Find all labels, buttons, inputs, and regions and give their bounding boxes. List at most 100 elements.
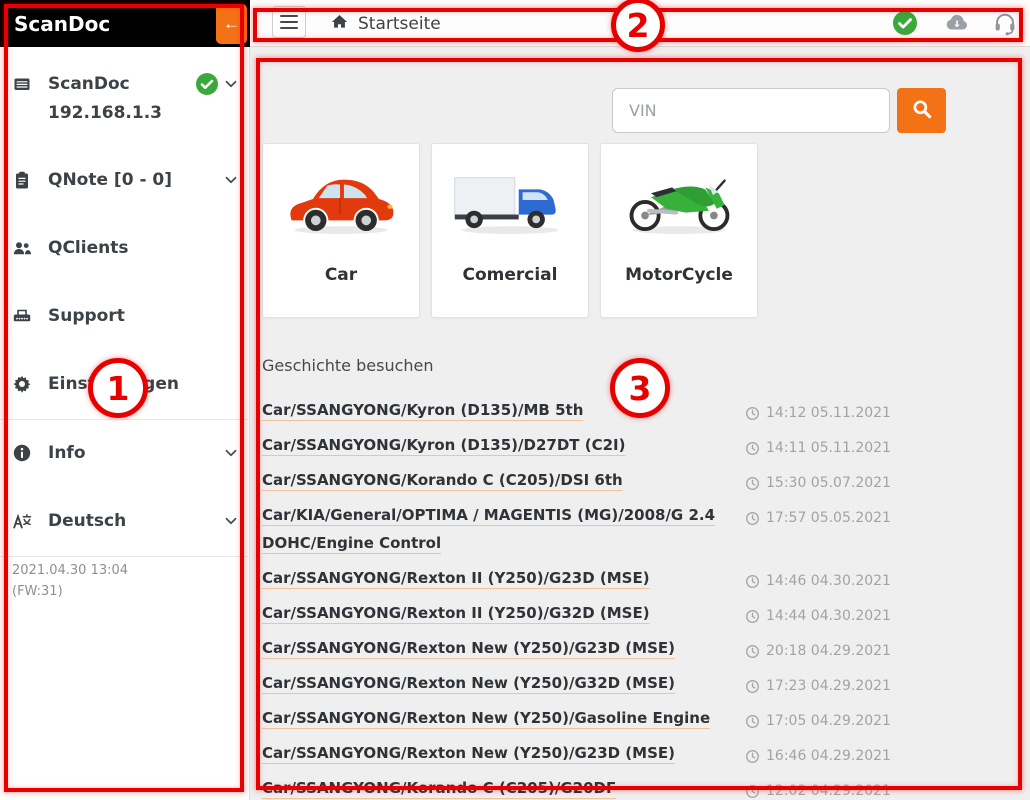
- clock-icon: [745, 441, 760, 456]
- history-row: Car/SSANGYONG/Kyron (D135)/D27DT (C2I) 1…: [262, 431, 902, 459]
- back-arrow-icon: ←: [223, 14, 240, 34]
- clock-icon: [745, 749, 760, 764]
- history-row: Car/SSANGYONG/Rexton New (Y250)/G23D (MS…: [262, 739, 902, 767]
- history-timestamp: 16:46 04.29.2021: [745, 742, 891, 770]
- vin-input[interactable]: [612, 88, 890, 133]
- sidebar-item-label: QNote [0 - 0]: [48, 163, 172, 197]
- history-timestamp: 14:12 05.11.2021: [745, 399, 891, 427]
- sidebar-item-label: Einstellungen: [48, 367, 179, 401]
- sidebar-divider: [0, 419, 250, 420]
- hamburger-menu-button[interactable]: [272, 6, 306, 38]
- history-link[interactable]: Car/SSANGYONG/Rexton New (Y250)/G32D (MS…: [262, 669, 675, 697]
- app-brand: ScanDoc: [14, 0, 110, 47]
- cloud-download-icon[interactable]: [944, 10, 970, 36]
- sidebar-item-label: Deutsch: [48, 504, 126, 538]
- history-link[interactable]: Car/SSANGYONG/Rexton II (Y250)/G23D (MSE…: [262, 564, 650, 592]
- headset-icon[interactable]: [992, 10, 1018, 36]
- history-timestamp: 17:57 05.05.2021: [745, 504, 891, 532]
- gear-icon: [12, 374, 32, 394]
- vehicle-card-car[interactable]: Car: [262, 143, 420, 318]
- history-timestamp: 14:44 04.30.2021: [745, 602, 891, 630]
- sidebar: ScanDoc ← ScanDoc 192.168.1.3 QNote [0 -…: [0, 0, 250, 800]
- vehicle-card-motorcycle[interactable]: MotorCycle: [600, 143, 758, 318]
- scanner-icon: [12, 74, 32, 94]
- history-row: Car/SSANGYONG/Rexton New (Y250)/G23D (MS…: [262, 634, 902, 662]
- history-row: Car/SSANGYONG/Korando C (C205)/DSI 6th 1…: [262, 466, 902, 494]
- vehicle-card-label: Comercial: [432, 265, 588, 285]
- device-ip-address: 192.168.1.3: [48, 96, 162, 130]
- connection-ok-icon: [195, 72, 219, 96]
- history-link[interactable]: Car/SSANGYONG/Kyron (D135)/D27DT (C2I): [262, 431, 625, 459]
- topbar: Startseite: [250, 0, 1030, 47]
- history-link[interactable]: Car/SSANGYONG/Rexton II (Y250)/G32D (MSE…: [262, 599, 650, 627]
- sidebar-item-support[interactable]: Support: [0, 299, 250, 333]
- history-link[interactable]: Car/SSANGYONG/Rexton New (Y250)/Gasoline…: [262, 704, 710, 732]
- vehicle-card-label: MotorCycle: [601, 265, 757, 285]
- history-link[interactable]: Car/SSANGYONG/Rexton New (Y250)/G23D (MS…: [262, 634, 675, 662]
- vehicle-card-label: Car: [263, 265, 419, 285]
- history-row: Car/SSANGYONG/Kyron (D135)/MB 5th 14:12 …: [262, 396, 902, 424]
- history-link[interactable]: Car/SSANGYONG/Kyron (D135)/MB 5th: [262, 396, 583, 424]
- clipboard-icon: [12, 170, 32, 190]
- chevron-down-icon: [222, 75, 240, 93]
- sidebar-item-label: Support: [48, 299, 125, 333]
- history-timestamp: 12:02 04.29.2021: [745, 777, 891, 800]
- chevron-down-icon: [222, 444, 240, 462]
- main-content: Car Comercial: [250, 47, 1030, 800]
- sidebar-collapse-button[interactable]: ←: [216, 4, 247, 44]
- sidebar-header: ScanDoc ←: [0, 0, 250, 47]
- clock-icon: [745, 784, 760, 799]
- chevron-down-icon: [222, 171, 240, 189]
- clock-icon: [745, 714, 760, 729]
- clock-icon: [745, 511, 760, 526]
- vin-search-button[interactable]: [897, 88, 946, 133]
- sidebar-item-label: Info: [48, 436, 86, 470]
- history-link[interactable]: Car/SSANGYONG/Korando C (C205)/DSI 6th: [262, 466, 623, 494]
- language-icon: [12, 511, 32, 531]
- fax-icon: [12, 306, 32, 326]
- clock-icon: [745, 644, 760, 659]
- history-row: Car/SSANGYONG/Rexton II (Y250)/G32D (MSE…: [262, 599, 902, 627]
- breadcrumb-home[interactable]: Startseite: [330, 0, 441, 47]
- car-image: [278, 160, 404, 246]
- history-row: Car/SSANGYONG/Rexton II (Y250)/G23D (MSE…: [262, 564, 902, 592]
- vehicle-card-comercial[interactable]: Comercial: [431, 143, 589, 318]
- history-row: Car/SSANGYONG/Rexton New (Y250)/G32D (MS…: [262, 669, 902, 697]
- history-timestamp: 20:18 04.29.2021: [745, 637, 891, 665]
- home-icon: [330, 12, 349, 35]
- sidebar-item-language[interactable]: Deutsch: [0, 504, 250, 538]
- users-icon: [12, 238, 32, 258]
- history-section-title: Geschichte besuchen: [262, 356, 434, 375]
- history-row: Car/SSANGYONG/Korando C (C205)/G20DF 12:…: [262, 774, 902, 800]
- history-timestamp: 17:05 04.29.2021: [745, 707, 891, 735]
- firmware-status: 2021.04.30 13:04 (FW:31): [12, 560, 128, 602]
- history-timestamp: 15:30 05.07.2021: [745, 469, 891, 497]
- sidebar-item-qclients[interactable]: QClients: [0, 231, 250, 265]
- history-row: Car/SSANGYONG/Rexton New (Y250)/Gasoline…: [262, 704, 902, 732]
- motorcycle-image: [616, 160, 742, 246]
- clock-icon: [745, 476, 760, 491]
- history-timestamp: 14:11 05.11.2021: [745, 434, 891, 462]
- clock-icon: [745, 574, 760, 589]
- sidebar-item-scandoc[interactable]: ScanDoc 192.168.1.3: [0, 67, 250, 129]
- history-link[interactable]: Car/KIA/General/OPTIMA / MAGENTIS (MG)/2…: [262, 501, 724, 557]
- clock-icon: [745, 406, 760, 421]
- clock-icon: [745, 609, 760, 624]
- history-link[interactable]: Car/SSANGYONG/Korando C (C205)/G20DF: [262, 774, 616, 800]
- sidebar-item-label: QClients: [48, 231, 128, 265]
- truck-image: [447, 160, 573, 246]
- history-link[interactable]: Car/SSANGYONG/Rexton New (Y250)/G23D (MS…: [262, 739, 675, 767]
- history-timestamp: 14:46 04.30.2021: [745, 567, 891, 595]
- info-icon: [12, 443, 32, 463]
- history-row: Car/KIA/General/OPTIMA / MAGENTIS (MG)/2…: [262, 501, 902, 557]
- sidebar-divider: [0, 556, 250, 557]
- sidebar-item-einstellungen[interactable]: Einstellungen: [0, 367, 250, 401]
- sidebar-item-qnote[interactable]: QNote [0 - 0]: [0, 163, 250, 197]
- hamburger-icon: [280, 15, 298, 18]
- device-datetime: 2021.04.30 13:04: [12, 560, 128, 581]
- sidebar-item-info[interactable]: Info: [0, 436, 250, 470]
- chevron-down-icon: [222, 512, 240, 530]
- clock-icon: [745, 679, 760, 694]
- connection-ok-icon[interactable]: [892, 10, 918, 36]
- page-title: Startseite: [358, 14, 441, 34]
